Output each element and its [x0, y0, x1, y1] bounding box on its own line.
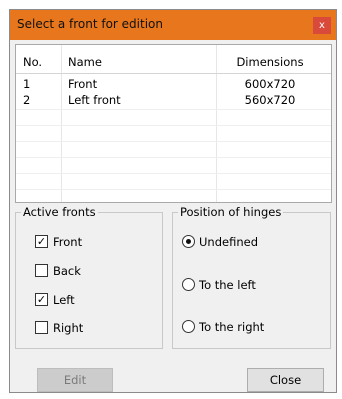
active-fronts-group: Active fronts ✓ Front Back ✓ Left Right: [15, 205, 163, 349]
row-no: 1: [23, 77, 31, 91]
checkbox-label: Right: [53, 321, 84, 335]
fronts-list[interactable]: No. Name Dimensions 1 Front 600x720 2 Le…: [15, 44, 332, 203]
row-name: Left front: [68, 93, 121, 107]
column-divider: [61, 45, 62, 202]
grid-line: [16, 141, 331, 142]
grid-line: [16, 157, 331, 158]
radio-label: To the right: [199, 320, 265, 334]
close-icon[interactable]: x: [313, 17, 331, 34]
checkbox-unchecked-icon: [35, 321, 48, 334]
checkbox-label: Left: [53, 293, 75, 307]
radio-label: To the left: [199, 278, 256, 292]
select-front-dialog: Select a front for edition x No. Name Di…: [9, 9, 337, 393]
column-header-name[interactable]: Name: [68, 55, 102, 69]
checkbox-checked-icon: ✓: [35, 235, 48, 248]
hinges-title: Position of hinges: [178, 205, 284, 219]
row-name: Front: [68, 77, 98, 91]
checkbox-label: Front: [53, 235, 83, 249]
checkbox-label: Back: [53, 264, 81, 278]
dialog-title: Select a front for edition: [17, 17, 163, 31]
row-no: 2: [23, 93, 31, 107]
grid-line: [16, 189, 331, 190]
radio-unselected-icon: [182, 320, 195, 333]
hinges-group: Position of hinges Undefined To the left…: [172, 205, 331, 349]
radio-unselected-icon: [182, 278, 195, 291]
row-dimensions: 560x720: [244, 93, 296, 107]
column-header-dimensions[interactable]: Dimensions: [210, 55, 330, 69]
edit-button[interactable]: Edit: [37, 368, 113, 392]
radio-label: Undefined: [199, 235, 258, 249]
grid-line: [16, 125, 331, 126]
radio-selected-icon: [182, 235, 195, 248]
close-button[interactable]: Close: [247, 368, 324, 392]
column-header-no[interactable]: No.: [23, 55, 42, 69]
checkbox-unchecked-icon: [35, 264, 48, 277]
active-fronts-title: Active fronts: [21, 205, 98, 219]
row-dimensions: 600x720: [244, 77, 296, 91]
title-bar: Select a front for edition x: [10, 10, 336, 40]
checkbox-checked-icon: ✓: [35, 293, 48, 306]
grid-line: [16, 173, 331, 174]
header-divider: [16, 73, 331, 74]
grid-line: [16, 109, 331, 110]
